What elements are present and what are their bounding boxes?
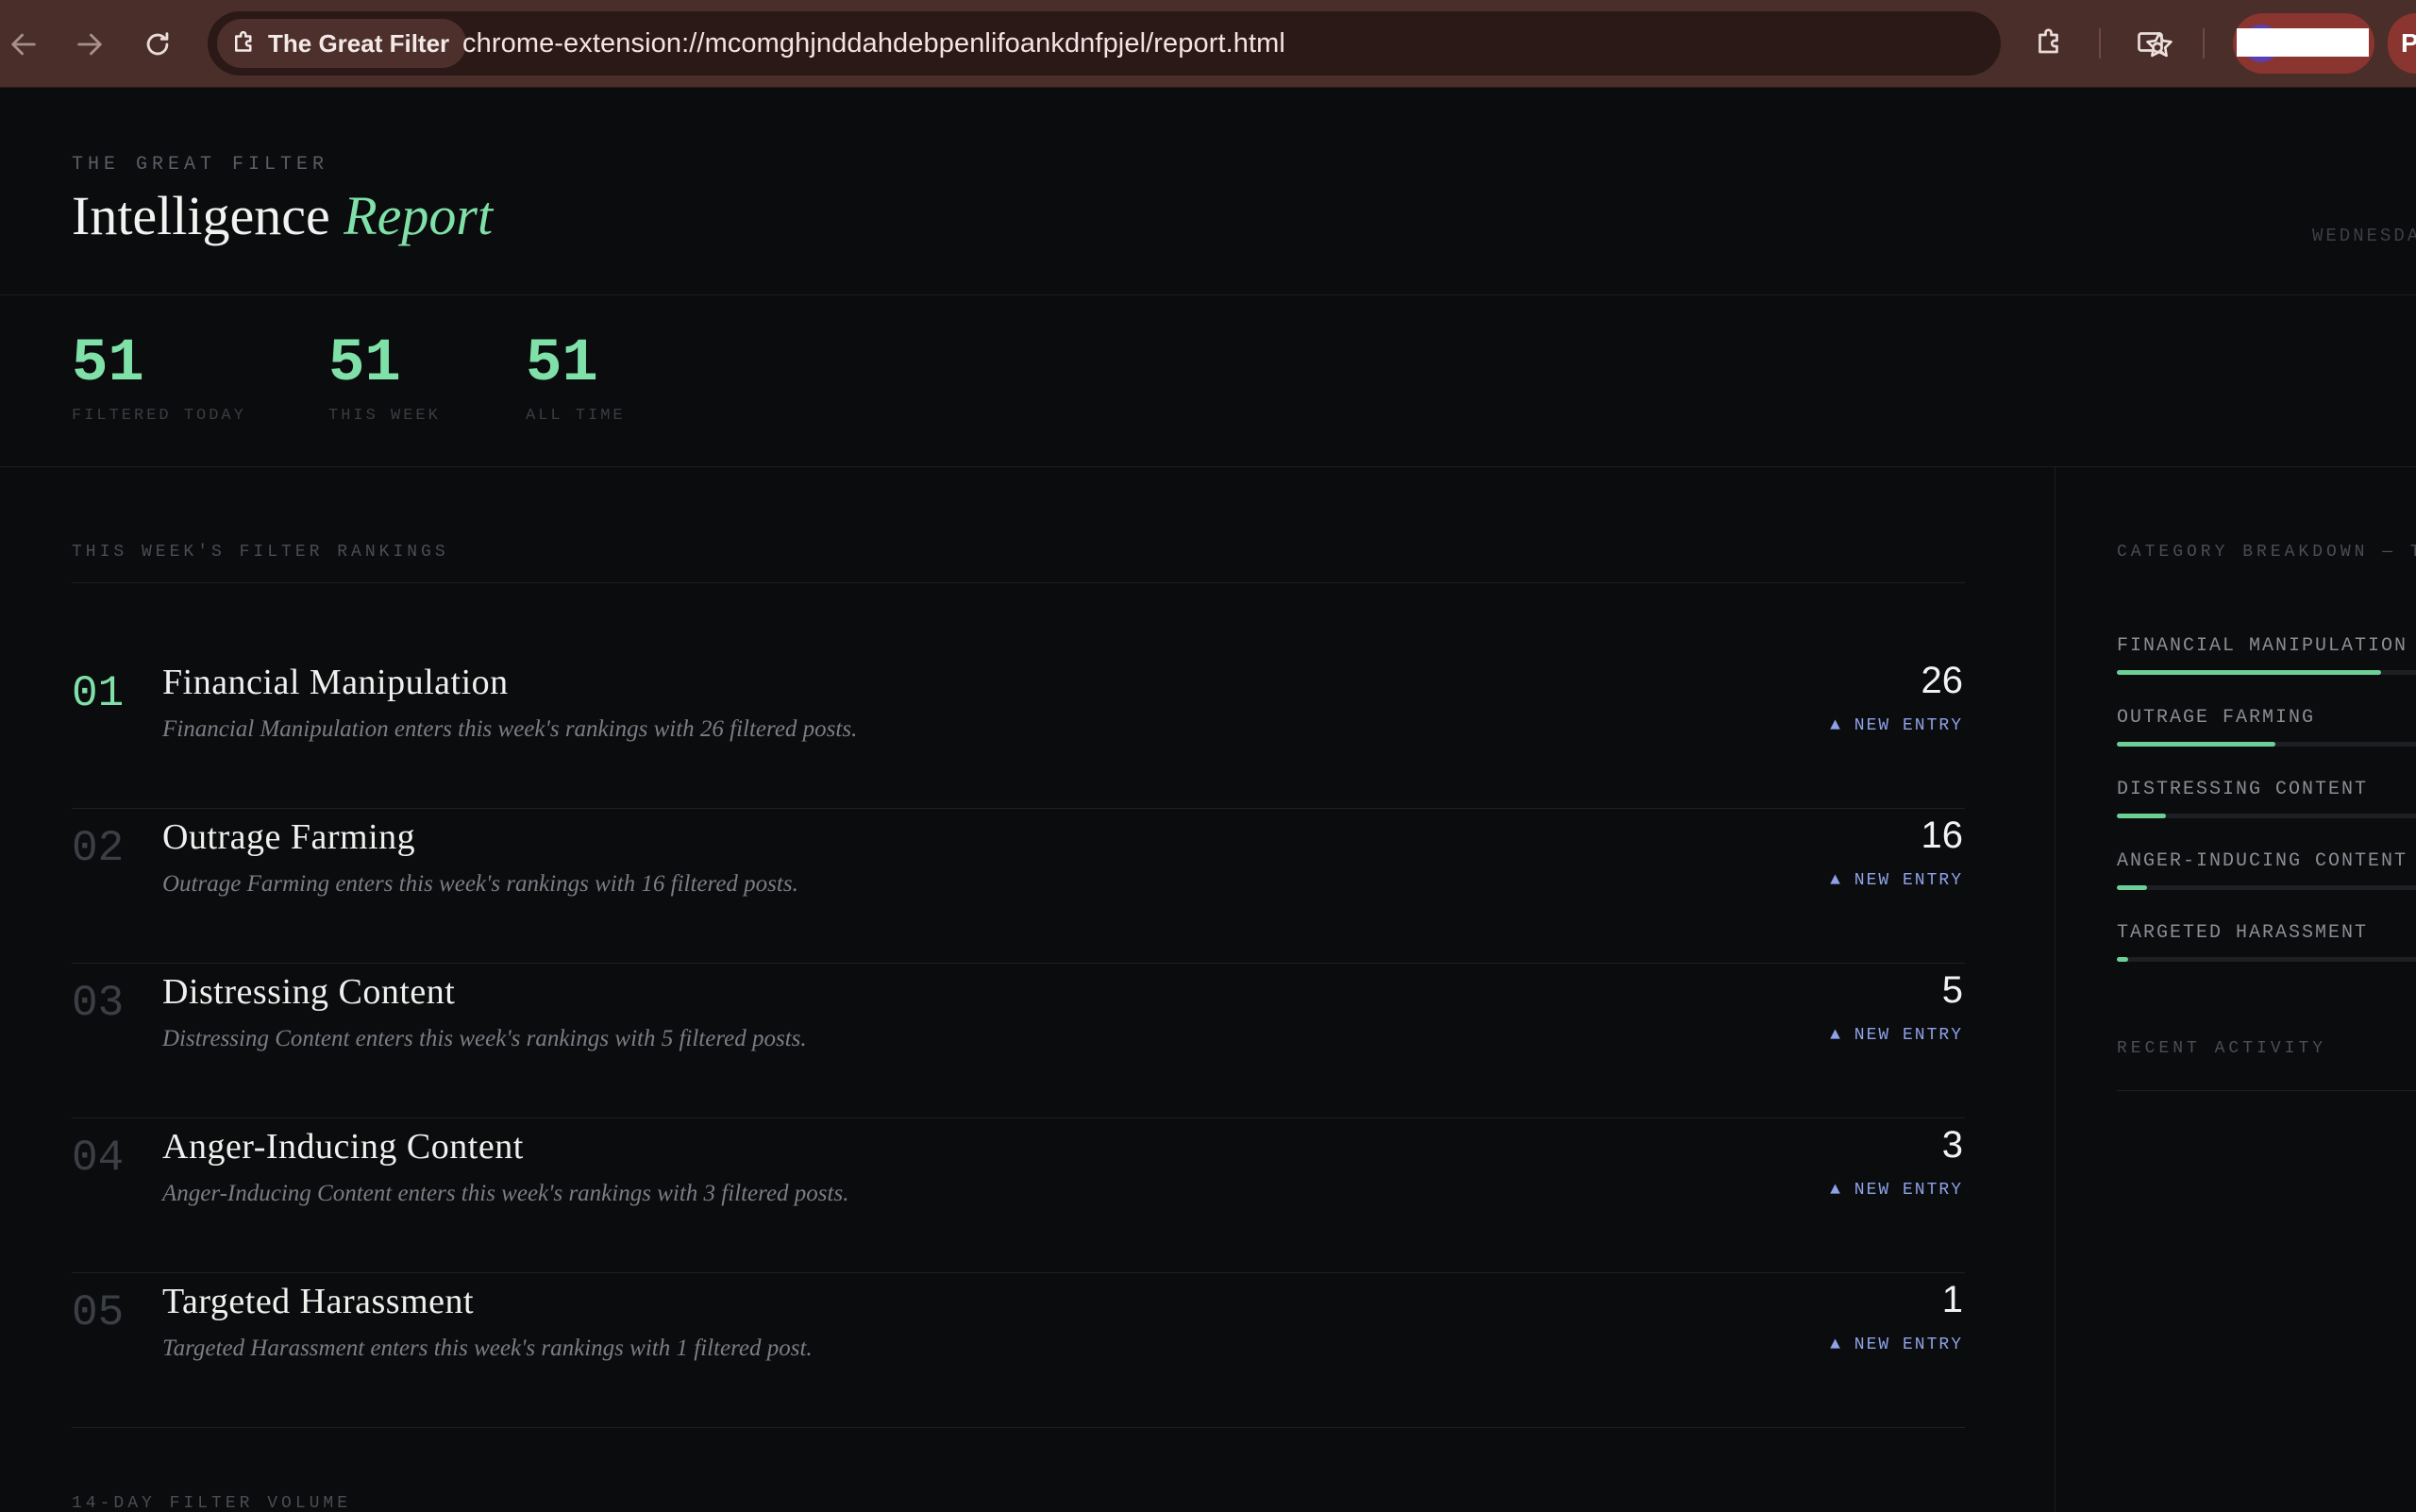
- rank-number: 05: [72, 1288, 125, 1337]
- stat-all-time: 51 ALL TIME: [526, 331, 626, 425]
- reload-icon: [146, 32, 169, 56]
- page-title: Intelligence Report: [72, 184, 493, 247]
- category-bar-track: [2117, 670, 2416, 675]
- volume-chart-label: 14-DAY FILTER VOLUME: [72, 1494, 352, 1512]
- recent-activity-label: RECENT ACTIVITY: [2117, 1039, 2327, 1058]
- url-text[interactable]: chrome-extension://mcomghjnddahdebpenlif…: [462, 11, 1285, 76]
- toolbar-divider: [2099, 28, 2101, 59]
- forward-button[interactable]: [66, 21, 113, 68]
- filtered-count: 5: [1941, 969, 1963, 1011]
- rank-number: 04: [72, 1134, 125, 1183]
- browser-toolbar: The Great Filter chrome-extension://mcom…: [0, 0, 2416, 88]
- category-bar-fill: [2117, 885, 2147, 890]
- profile-button[interactable]: [2233, 13, 2374, 74]
- ranking-row[interactable]: 04 Anger-Inducing Content Anger-Inducing…: [72, 1118, 1965, 1273]
- stat-value: 51: [72, 330, 144, 398]
- category-description: Outrage Farming enters this week's ranki…: [162, 871, 798, 897]
- divider: [2117, 1090, 2416, 1091]
- profile-chip[interactable]: P: [2388, 13, 2416, 74]
- category-name: Targeted Harassment: [162, 1282, 475, 1321]
- window-search-icon: [2138, 32, 2166, 56]
- category-bar-fill: [2117, 957, 2128, 962]
- extensions-button[interactable]: [2027, 21, 2072, 66]
- category-description: Distressing Content enters this week's r…: [162, 1026, 807, 1051]
- category-name: Anger-Inducing Content: [162, 1127, 524, 1167]
- ranking-row[interactable]: 01 Financial Manipulation Financial Mani…: [72, 654, 1965, 809]
- category-bar-fill: [2117, 814, 2166, 818]
- stat-this-week: 51 THIS WEEK: [328, 331, 441, 425]
- stat-value: 51: [526, 330, 598, 398]
- toolbar-divider: [2203, 28, 2205, 59]
- new-entry-badge: ▲ NEW ENTRY: [1830, 871, 1963, 890]
- arrow-left-icon: [11, 33, 36, 56]
- category-bar: FINANCIAL MANIPULATION: [2117, 635, 2416, 675]
- back-button[interactable]: [0, 21, 47, 68]
- tab-search-button[interactable]: [2129, 21, 2174, 66]
- category-bar: OUTRAGE FARMING: [2117, 707, 2416, 747]
- category-bar-label: FINANCIAL MANIPULATION: [2117, 635, 2408, 657]
- profile-name-redacted: [2237, 28, 2369, 57]
- filtered-count: 3: [1941, 1124, 1963, 1166]
- filtered-count: 26: [1921, 660, 1964, 701]
- rank-number: 03: [72, 979, 125, 1028]
- category-bar-track: [2117, 957, 2416, 962]
- category-description: Financial Manipulation enters this week'…: [162, 716, 858, 742]
- category-description: Targeted Harassment enters this week's r…: [162, 1336, 813, 1361]
- reload-button[interactable]: [134, 21, 181, 68]
- category-bar-track: [2117, 885, 2416, 890]
- category-bar: ANGER-INDUCING CONTENT: [2117, 850, 2416, 890]
- filtered-count: 16: [1921, 815, 1964, 856]
- address-bar[interactable]: The Great Filter chrome-extension://mcom…: [208, 11, 2173, 76]
- rank-number: 01: [72, 669, 125, 718]
- stat-label: FILTERED TODAY: [72, 407, 246, 425]
- brand-eyebrow: THE GREAT FILTER: [72, 154, 329, 176]
- title-main: Intelligence: [72, 185, 330, 246]
- category-description: Anger-Inducing Content enters this week'…: [162, 1181, 849, 1206]
- category-sidebar: CATEGORY BREAKDOWN — TH FINANCIAL MANIPU…: [2056, 467, 2416, 1512]
- stat-label: THIS WEEK: [328, 407, 441, 425]
- new-entry-badge: ▲ NEW ENTRY: [1830, 716, 1963, 735]
- rankings-label: THIS WEEK'S FILTER RANKINGS: [72, 543, 449, 562]
- category-bar: TARGETED HARASSMENT: [2117, 922, 2416, 962]
- category-bar-fill: [2117, 670, 2381, 675]
- category-bar-track: [2117, 814, 2416, 818]
- category-name: Distressing Content: [162, 972, 456, 1012]
- site-info-chip[interactable]: The Great Filter: [217, 19, 467, 68]
- report-page: THE GREAT FILTER Intelligence Report WED…: [0, 88, 2416, 1512]
- category-bar-label: OUTRAGE FARMING: [2117, 707, 2316, 729]
- filtered-count: 1: [1941, 1279, 1963, 1320]
- category-bar-label: TARGETED HARASSMENT: [2117, 922, 2369, 944]
- site-chip-label: The Great Filter: [268, 28, 450, 58]
- stat-filtered-today: 51 FILTERED TODAY: [72, 331, 246, 425]
- ranking-row[interactable]: 02 Outrage Farming Outrage Farming enter…: [72, 809, 1965, 964]
- report-date: WEDNESDA: [2312, 226, 2416, 246]
- category-name: Financial Manipulation: [162, 663, 509, 702]
- category-bar-track: [2117, 742, 2416, 747]
- new-entry-badge: ▲ NEW ENTRY: [1830, 1181, 1963, 1200]
- ranking-row[interactable]: 05 Targeted Harassment Targeted Harassme…: [72, 1273, 1965, 1428]
- category-bar-fill: [2117, 742, 2275, 747]
- arrow-right-icon: [77, 33, 102, 56]
- category-bar: DISTRESSING CONTENT: [2117, 779, 2416, 818]
- rank-number: 02: [72, 824, 125, 873]
- stat-label: ALL TIME: [526, 407, 626, 425]
- puzzle-icon: [2038, 28, 2058, 54]
- stats-bar: 51 FILTERED TODAY 51 THIS WEEK 51 ALL TI…: [0, 295, 2416, 467]
- new-entry-badge: ▲ NEW ENTRY: [1830, 1026, 1963, 1045]
- rankings-panel: THIS WEEK'S FILTER RANKINGS 01 Financial…: [0, 467, 2055, 1512]
- new-entry-badge: ▲ NEW ENTRY: [1830, 1336, 1963, 1354]
- stat-value: 51: [328, 330, 401, 398]
- title-accent: Report: [344, 185, 494, 246]
- extension-icon: [235, 30, 252, 52]
- ranking-row[interactable]: 03 Distressing Content Distressing Conte…: [72, 964, 1965, 1118]
- report-header: THE GREAT FILTER Intelligence Report WED…: [0, 88, 2416, 295]
- breakdown-label: CATEGORY BREAKDOWN — TH: [2117, 543, 2416, 562]
- divider: [72, 582, 1965, 583]
- category-bar-label: ANGER-INDUCING CONTENT: [2117, 850, 2408, 872]
- category-name: Outrage Farming: [162, 817, 416, 857]
- category-bar-label: DISTRESSING CONTENT: [2117, 779, 2369, 800]
